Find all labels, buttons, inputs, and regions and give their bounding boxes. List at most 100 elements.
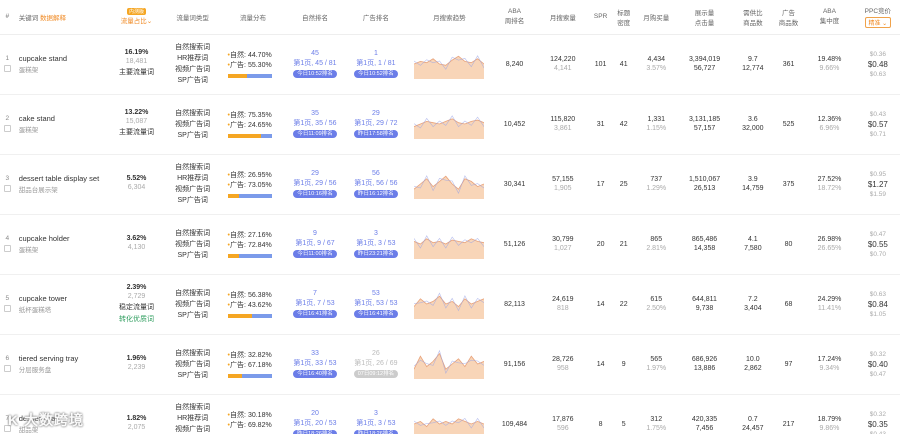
row-checkbox[interactable]: [3, 124, 11, 132]
table-row[interactable]: 6 tiered serving tray 分层服务盘 1.96% 2,239 自然…: [0, 334, 900, 395]
ad-bar-fill: [260, 133, 272, 138]
search-trend-sparkline[interactable]: [414, 49, 485, 79]
organic-bar-fill: [227, 313, 253, 318]
header-share[interactable]: 内测版 流量占比⌄: [109, 0, 164, 35]
trend-cell[interactable]: [406, 214, 493, 275]
organic-rank[interactable]: 35: [285, 110, 346, 117]
header-share-label[interactable]: 流量占比: [121, 18, 147, 25]
ad-label: 广告:: [230, 421, 246, 429]
organic-rank-cell[interactable]: 20 第1页, 20 / 53 昨日18:26排名: [284, 394, 346, 434]
organic-rank-cell[interactable]: 9 第1页, 9 / 67 今日11:00排名: [284, 214, 346, 275]
ad-rank[interactable]: 56: [345, 170, 406, 177]
traffic-type-item: 自然搜索词: [175, 44, 211, 51]
header-concentration[interactable]: ABA 集中度: [803, 0, 856, 35]
trend-cell[interactable]: [406, 94, 493, 155]
organic-rank-cell[interactable]: 35 第1页, 35 / 56 今日11:09排名: [284, 94, 346, 155]
search-trend-sparkline[interactable]: [414, 289, 485, 319]
header-spr[interactable]: SPR: [589, 0, 613, 35]
header-aba-rank[interactable]: ABA 周排名: [492, 0, 537, 35]
ad-rank-cell[interactable]: 1 第1页, 1 / 81 今日10:52排名: [345, 34, 407, 95]
header-ad-count[interactable]: 广告 商品数: [773, 0, 804, 35]
organic-rank[interactable]: 20: [285, 410, 346, 417]
organic-rank[interactable]: 9: [285, 230, 346, 237]
row-checkbox[interactable]: [3, 184, 11, 192]
trend-cell[interactable]: [406, 34, 493, 95]
ad-rank-cell[interactable]: 26 第1页, 26 / 69 07日09:12排名: [345, 334, 407, 395]
keyword-text[interactable]: cupcake tower: [19, 294, 110, 303]
header-keyword[interactable]: 关键词 数据解释: [14, 0, 110, 35]
row-checkbox[interactable]: [3, 64, 11, 72]
table-row[interactable]: 4 cupcake holder 蛋糕架 3.62% 4,130 自然搜索词 视频广告…: [0, 214, 900, 275]
trend-cell[interactable]: [406, 154, 493, 215]
organic-rank-cell[interactable]: 33 第1页, 33 / 53 今日16:40排名: [284, 334, 346, 395]
ad-rank[interactable]: 53: [345, 290, 406, 297]
sort-down-icon[interactable]: ⌄: [147, 18, 152, 25]
ad-rank[interactable]: 1: [345, 50, 406, 57]
row-checkbox[interactable]: [3, 364, 11, 372]
keyword-text[interactable]: dessert table display set: [19, 174, 110, 183]
header-demand-supply[interactable]: 需供比 商品数: [731, 0, 774, 35]
header-title-density[interactable]: 标题 密度: [612, 0, 636, 35]
trend-cell[interactable]: [406, 334, 493, 395]
ad-rank[interactable]: 3: [345, 410, 406, 417]
impressions: 644,811: [692, 296, 717, 303]
table-row[interactable]: 2 cake stand 蛋糕架 13.22% 15,087 主要流量词 自然搜索词视…: [0, 94, 900, 155]
impressions-cell: 1,510,067 26,513: [677, 154, 732, 215]
monthly-search: 30,799: [552, 236, 574, 243]
aba-rank-cell: 51,126: [492, 214, 537, 275]
share-cell: 3.62% 4,130: [109, 214, 164, 275]
keyword-text[interactable]: cupcake holder: [19, 234, 110, 243]
keyword-text[interactable]: cupcake stand: [19, 54, 110, 63]
ad-rank[interactable]: 29: [345, 110, 406, 117]
search-trend-sparkline[interactable]: [414, 169, 485, 199]
search-trend-sparkline[interactable]: [414, 109, 485, 139]
ad-rank-cell[interactable]: 3 第1页, 3 / 53 昨日23:21排名: [345, 214, 407, 275]
trend-cell[interactable]: [406, 394, 493, 434]
organic-rank[interactable]: 7: [285, 290, 346, 297]
keyword-text[interactable]: tiered serving tray: [19, 354, 110, 363]
ppc-match-dropdown[interactable]: 精准 ⌄: [864, 17, 892, 29]
organic-rank[interactable]: 29: [285, 170, 346, 177]
organic-rank-cell[interactable]: 7 第1页, 7 / 53 今日16:41排名: [284, 274, 346, 335]
row-checkbox[interactable]: [3, 244, 11, 252]
beta-badge: 内测版: [126, 8, 146, 16]
ad-rank[interactable]: 3: [345, 230, 406, 237]
ad-rank-cell[interactable]: 56 第1页, 56 / 56 昨日16:12排名: [345, 154, 407, 215]
table-row[interactable]: 5 cupcake tower 纸杯蛋糕塔 2.39% 2,729 稳定流量词 转化优质…: [0, 274, 900, 335]
search-trend-sparkline[interactable]: [414, 229, 485, 259]
ad-rank[interactable]: 26: [345, 350, 406, 357]
share-count: 4,130: [127, 244, 146, 251]
keyword-translation: 甜品台展示架: [18, 187, 58, 194]
concentration-cell: 27.52% 18.72%: [803, 154, 856, 215]
keyword-text[interactable]: cake stand: [19, 114, 110, 123]
ad-rank-cell[interactable]: 53 第1页, 53 / 53 今日16:41排名: [345, 274, 407, 335]
header-ad-rank[interactable]: 广告排名: [345, 0, 407, 35]
ad-rank-cell[interactable]: 29 第1页, 29 / 72 昨日17:58排名: [345, 94, 407, 155]
traffic-type-item: SP广告词: [177, 197, 208, 204]
search-cell: 17,876 596: [536, 394, 590, 434]
organic-rank[interactable]: 45: [285, 50, 346, 57]
conversion-tag: 转化优质词: [119, 316, 154, 323]
organic-rank-cell[interactable]: 29 第1页, 29 / 56 今日10:16排名: [284, 154, 346, 215]
organic-rank-time: 今日16:41排名: [293, 310, 337, 318]
row-checkbox[interactable]: [3, 304, 11, 312]
header-search[interactable]: 月搜索量: [536, 0, 590, 35]
search-trend-sparkline[interactable]: [414, 349, 485, 379]
table-row[interactable]: 7 dessert stand 甜品架 1.82% 2,075 自然搜索词 HR推荐词…: [0, 394, 900, 434]
organic-rank-cell[interactable]: 45 第1页, 45 / 81 今日10:52排名: [284, 34, 346, 95]
trend-cell[interactable]: [406, 274, 493, 335]
organic-label: 自然:: [230, 111, 246, 119]
ad-rank-cell[interactable]: 3 第1页, 3 / 53 昨日18:26排名: [345, 394, 407, 434]
purchase-rate: 1.15%: [646, 125, 667, 132]
search-trend-sparkline[interactable]: [414, 409, 485, 434]
header-impressions[interactable]: 展示量 点击量: [677, 0, 732, 35]
table-row[interactable]: 1 cupcake stand 蛋糕架 16.19% 18,481 主要流量词 自然搜…: [0, 34, 900, 95]
organic-rank[interactable]: 33: [285, 350, 346, 357]
ppc-low: $0.32: [869, 350, 886, 358]
header-organic-rank[interactable]: 自然排名: [284, 0, 346, 35]
header-purchases[interactable]: 月购买量: [635, 0, 678, 35]
data-explain-link[interactable]: 数据解释: [40, 15, 66, 22]
table-row[interactable]: 3 dessert table display set 甜品台展示架 5.52% 6…: [0, 154, 900, 215]
ad-rank-position: 第1页, 53 / 53: [354, 300, 398, 307]
ratio-cell: 3.6 32,000: [731, 94, 774, 155]
